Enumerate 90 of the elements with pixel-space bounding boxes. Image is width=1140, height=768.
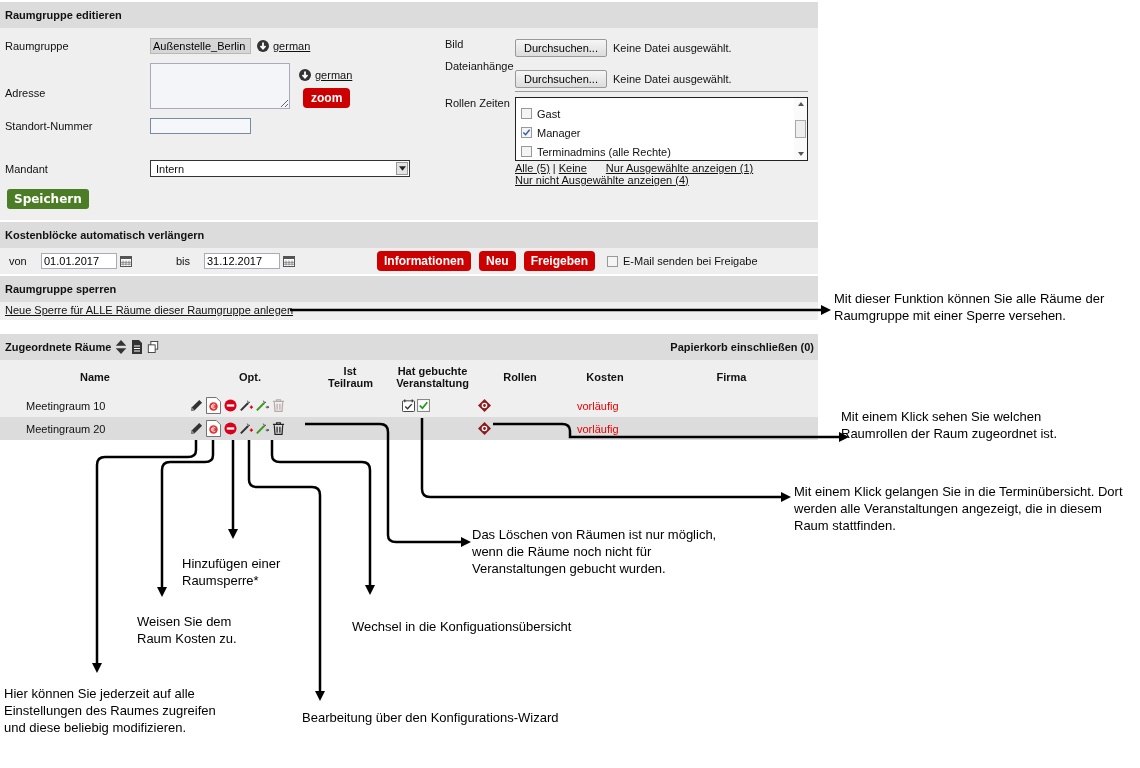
copy-icon[interactable]	[147, 340, 160, 354]
euro-document-icon[interactable]	[206, 397, 221, 414]
field-label: Mandant	[5, 162, 49, 175]
checkbox-label: E-Mail senden bei Freigabe	[623, 255, 758, 267]
save-button[interactable]: Speichern	[7, 189, 89, 209]
sort-icon[interactable]	[115, 340, 128, 354]
file-status: Keine Datei ausgewählt.	[613, 42, 732, 54]
column-header: Rollen	[502, 371, 538, 383]
checkbox[interactable]	[521, 108, 532, 119]
down-circle-icon[interactable]	[257, 39, 269, 52]
role-icon[interactable]	[478, 422, 491, 435]
date-field[interactable]: 01.01.2017	[41, 253, 117, 269]
column-header: Ist Teilraum	[327, 365, 375, 389]
checkbox[interactable]	[521, 146, 532, 157]
language-link[interactable]: german	[315, 69, 353, 81]
annotation-text: Wechsel in die Konfiguationsübersicht	[352, 618, 572, 635]
down-circle-icon[interactable]	[299, 69, 311, 81]
field-label: Adresse	[5, 87, 47, 99]
field-label: Rollen Zeiten	[445, 97, 511, 111]
room-group-field[interactable]: Außenstelle_Berlin	[150, 37, 251, 54]
annotation-text: Weisen Sie dem Raum Kosten zu.	[137, 613, 238, 647]
scroll-down-icon[interactable]	[797, 152, 804, 156]
pencil-icon[interactable]	[190, 399, 203, 412]
role-option[interactable]: Gast	[521, 104, 794, 123]
field-label: bis	[176, 255, 192, 267]
annotation-text: Das Löschen von Räumen ist nur möglich, wenn die Räume noch nicht für Veranstaltungen gebucht wurden.	[472, 526, 718, 577]
euro-document-icon[interactable]	[206, 420, 221, 437]
room-name: Meetingraum 10	[25, 399, 107, 412]
field-label: Bild	[445, 38, 465, 52]
document-icon[interactable]	[131, 340, 144, 354]
section-header: Kostenblöcke automatisch verlängern	[0, 220, 818, 248]
annotation-text: Mit einem Klick gelangen Sie in die Terminübersicht. Dort werden alle Veranstaltungen angezeigt, die in diesem Raum stattfinden.	[794, 483, 1124, 534]
cost-status: vorläufig	[577, 422, 619, 435]
annotation-text: Bearbeitung über den Konfigurations-Wizard	[302, 709, 559, 726]
date-field[interactable]: 31.12.2017	[204, 253, 280, 269]
checkbox[interactable]	[607, 255, 619, 267]
column-header: Hat gebuchte Veranstaltung	[395, 365, 470, 389]
column-header: Name	[79, 371, 111, 383]
scrollbar[interactable]	[794, 98, 807, 160]
file-status: Keine Datei ausgewählt.	[613, 73, 732, 85]
field-label: Dateianhänge	[445, 60, 515, 74]
annotation-text: Mit einem Klick sehen Sie welchen Raumrollen der Raum zugeordnet ist.	[841, 408, 1059, 442]
role-option[interactable]: Manager	[521, 123, 794, 142]
section-title: Zugeordnete Räume	[5, 340, 112, 355]
field-label: Standort-Nummer	[5, 119, 94, 132]
annotation-text: Hinzufügen einer Raumsperre*	[182, 555, 282, 589]
column-header: Firma	[715, 371, 748, 383]
annotation-text: Mit dieser Funktion können Sie alle Räume der Raumgruppe mit einer Sperre versehen.	[834, 290, 1106, 324]
role-icon[interactable]	[478, 399, 491, 412]
select-none-link[interactable]: Keine	[558, 162, 587, 174]
show-selected-link[interactable]: Nur Ausgewählte anzeigen (1)	[605, 162, 754, 174]
section-header: Raumgruppe editieren	[0, 0, 818, 28]
browse-button[interactable]: Durchsuchen...	[515, 70, 607, 88]
zoom-button[interactable]: zoom	[303, 88, 351, 108]
wand-plus-icon[interactable]	[240, 422, 253, 435]
column-header: Kosten	[585, 371, 625, 383]
trash-icon[interactable]	[272, 422, 285, 435]
room-name: Meetingraum 20	[25, 422, 107, 435]
role-option[interactable]: Terminadmins (alle Rechte)	[521, 142, 794, 161]
show-unselected-link[interactable]: Nur nicht Ausgewählte anzeigen (4)	[515, 174, 689, 186]
table-row[interactable]: Meetingraum 20 vorläufig	[0, 417, 818, 440]
pencil-icon[interactable]	[190, 422, 203, 435]
cost-status: vorläufig	[577, 399, 619, 412]
action-button[interactable]: Informationen	[377, 251, 471, 271]
select-all-link[interactable]: Alle (5)	[515, 162, 550, 174]
wand-arrow-icon[interactable]	[256, 422, 269, 435]
wand-plus-icon[interactable]	[240, 399, 253, 412]
browse-button[interactable]: Durchsuchen...	[515, 39, 607, 57]
section-header: Raumgruppe sperren	[0, 274, 818, 302]
trash-toggle[interactable]: Papierkorb einschließen (0)	[670, 334, 814, 360]
stop-icon[interactable]	[224, 399, 237, 412]
scroll-up-icon[interactable]	[797, 102, 804, 106]
client-select[interactable]: Intern	[150, 160, 410, 177]
action-button[interactable]: Neu	[479, 251, 516, 271]
address-field[interactable]	[150, 63, 290, 109]
field-label: Raumgruppe	[5, 39, 70, 52]
table-row[interactable]: Meetingraum 10 vorläufig	[0, 394, 818, 417]
dropdown-arrow-icon[interactable]	[398, 166, 406, 171]
checkbox[interactable]	[521, 127, 532, 138]
field-label: von	[9, 255, 28, 267]
location-number-field[interactable]	[150, 117, 251, 134]
action-button[interactable]: Freigeben	[523, 251, 596, 271]
calendar-icon[interactable]	[283, 255, 295, 267]
separator-text: |	[552, 162, 556, 174]
column-header: Opt.	[238, 371, 262, 383]
calendar-icon[interactable]	[120, 255, 132, 267]
stop-icon[interactable]	[224, 422, 237, 435]
language-link[interactable]: german	[273, 39, 311, 52]
annotation-text: Hier können Sie jederzeit auf alle Einstellungen des Raumes zugreifen und diese beliebig modifizieren.	[4, 685, 217, 736]
wand-arrow-icon[interactable]	[256, 399, 269, 412]
